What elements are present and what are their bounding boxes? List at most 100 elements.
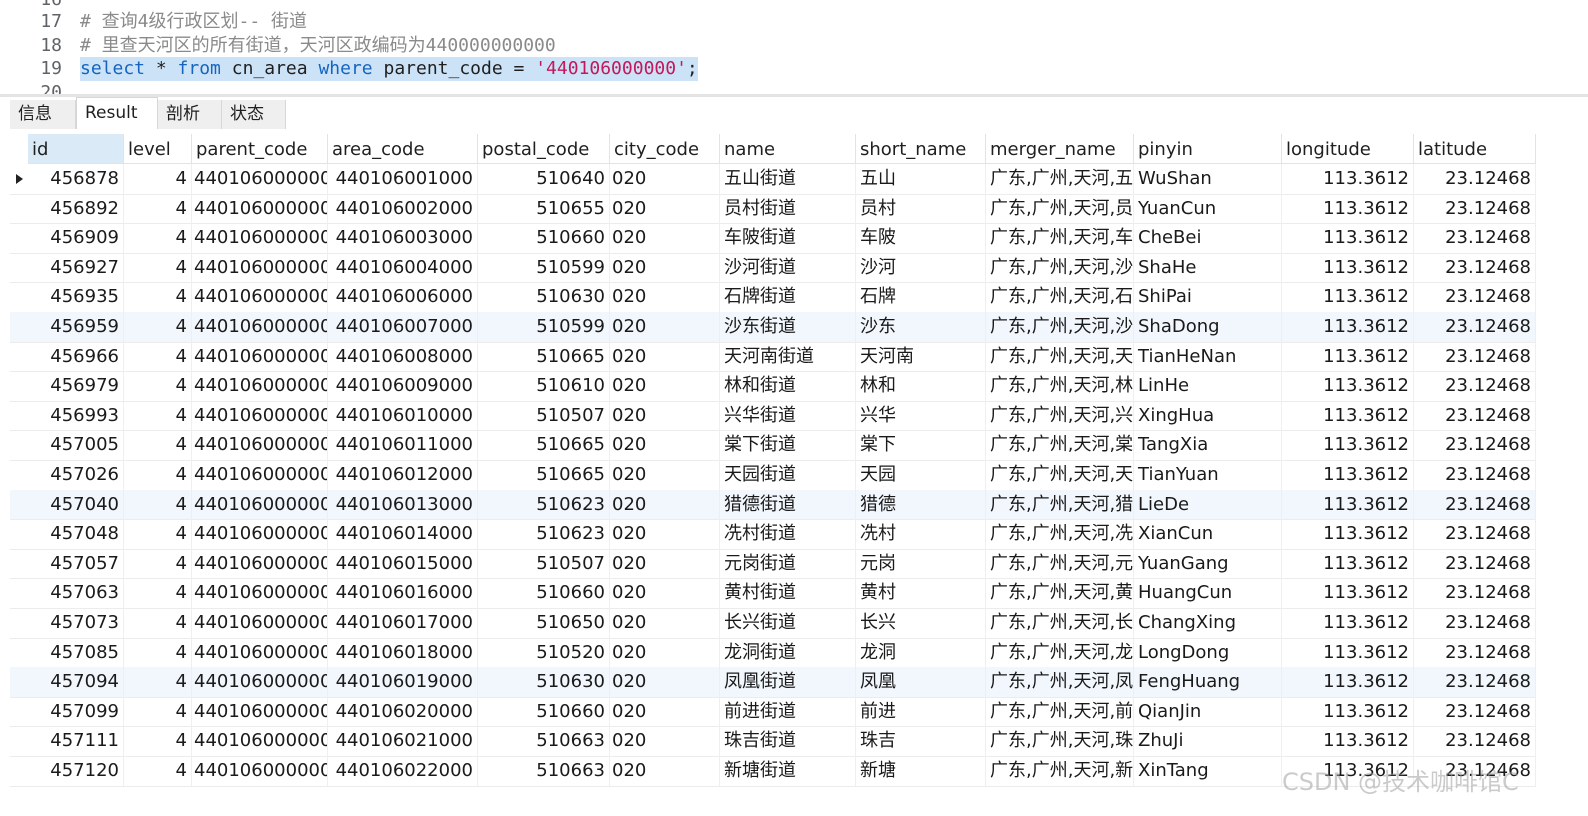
table-row[interactable]: 456892 4 440106000000 440106002000 510655 020…	[10, 193, 1536, 225]
cell-merger-name[interactable]: 广东,广州,天河,天园	[986, 460, 1134, 490]
table-row[interactable]: 457073 4 440106000000 440106017000 510650 020…	[10, 608, 1536, 639]
cell-merger-name[interactable]: 广东,广州,天河,猎德	[986, 489, 1134, 520]
cell-city-code[interactable]: 020	[610, 519, 720, 549]
cell-parent-code[interactable]: 440106000000	[192, 400, 328, 431]
table-row[interactable]: 456959 4 440106000000 440106007000 510599 020…	[10, 312, 1536, 343]
cell-level[interactable]: 4	[124, 578, 192, 608]
cell-pinyin[interactable]: TianHeNan	[1134, 341, 1282, 372]
cell-name[interactable]: 石牌街道	[720, 282, 856, 312]
cell-id[interactable]: 456909	[28, 223, 124, 253]
column-header-id[interactable]: id	[28, 134, 124, 164]
cell-name[interactable]: 猎德街道	[720, 489, 856, 520]
cell-short-name[interactable]: 沙东	[856, 312, 986, 342]
cell-postal-code[interactable]: 510663	[478, 756, 610, 786]
cell-pinyin[interactable]: HuangCun	[1134, 578, 1282, 608]
cell-name[interactable]: 五山街道	[720, 164, 856, 194]
cell-postal-code[interactable]: 510640	[478, 164, 610, 194]
cell-latitude[interactable]: 23.12468	[1414, 430, 1536, 460]
table-row[interactable]: 457026 4 440106000000 440106012000 510665 020…	[10, 460, 1536, 491]
cell-parent-code[interactable]: 440106000000	[192, 252, 328, 283]
cell-name[interactable]: 珠吉街道	[720, 726, 856, 756]
cell-postal-code[interactable]: 510520	[478, 637, 610, 668]
cell-merger-name[interactable]: 广东,广州,天河,棠下	[986, 430, 1134, 460]
cell-postal-code[interactable]: 510660	[478, 578, 610, 608]
cell-area-code[interactable]: 440106016000	[328, 578, 478, 608]
cell-area-code[interactable]: 440106019000	[328, 667, 478, 697]
cell-area-code[interactable]: 440106020000	[328, 696, 478, 727]
cell-id[interactable]: 456927	[28, 252, 124, 283]
cell-name[interactable]: 棠下街道	[720, 430, 856, 460]
cell-short-name[interactable]: 长兴	[856, 608, 986, 638]
table-row[interactable]: 456979 4 440106000000 440106009000 510610 020…	[10, 371, 1536, 402]
cell-postal-code[interactable]: 510507	[478, 400, 610, 431]
cell-area-code[interactable]: 440106007000	[328, 312, 478, 342]
cell-short-name[interactable]: 棠下	[856, 430, 986, 460]
column-header-latitude[interactable]: latitude	[1414, 134, 1536, 164]
cell-name[interactable]: 冼村街道	[720, 519, 856, 549]
cell-parent-code[interactable]: 440106000000	[192, 430, 328, 460]
cell-area-code[interactable]: 440106010000	[328, 400, 478, 431]
cell-city-code[interactable]: 020	[610, 400, 720, 431]
cell-short-name[interactable]: 员村	[856, 193, 986, 224]
cell-longitude[interactable]: 113.3612	[1282, 430, 1414, 460]
cell-name[interactable]: 员村街道	[720, 193, 856, 224]
cell-name[interactable]: 天园街道	[720, 460, 856, 490]
cell-level[interactable]: 4	[124, 637, 192, 668]
cell-id[interactable]: 457026	[28, 460, 124, 490]
column-header-area-code[interactable]: area_code	[328, 134, 478, 164]
cell-latitude[interactable]: 23.12468	[1414, 312, 1536, 342]
cell-parent-code[interactable]: 440106000000	[192, 696, 328, 727]
result-grid[interactable]: id level parent_code area_code postal_code ci…	[10, 134, 1588, 816]
table-row[interactable]: 457057 4 440106000000 440106015000 510507 020…	[10, 548, 1536, 580]
cell-pinyin[interactable]: TangXia	[1134, 430, 1282, 460]
sql-editor[interactable]: 1617# 查询4级行政区划-- 街道18# 里查天河区的所有街道，天河区政编码…	[0, 0, 1588, 95]
cell-level[interactable]: 4	[124, 252, 192, 283]
cell-short-name[interactable]: 新塘	[856, 756, 986, 786]
cell-level[interactable]: 4	[124, 312, 192, 342]
cell-pinyin[interactable]: ChangXing	[1134, 608, 1282, 638]
cell-city-code[interactable]: 020	[610, 578, 720, 608]
cell-parent-code[interactable]: 440106000000	[192, 341, 328, 372]
table-row[interactable]: 456993 4 440106000000 440106010000 510507 020…	[10, 400, 1536, 432]
table-row[interactable]: 457040 4 440106000000 440106013000 510623 020…	[10, 489, 1536, 521]
cell-level[interactable]: 4	[124, 164, 192, 194]
cell-id[interactable]: 457005	[28, 430, 124, 460]
cell-area-code[interactable]: 440106013000	[328, 489, 478, 520]
cell-latitude[interactable]: 23.12468	[1414, 282, 1536, 312]
cell-id[interactable]: 457048	[28, 519, 124, 549]
table-row[interactable]: 456909 4 440106000000 440106003000 510660 020…	[10, 223, 1536, 254]
cell-level[interactable]: 4	[124, 400, 192, 431]
cell-id[interactable]: 456966	[28, 341, 124, 372]
cell-level[interactable]: 4	[124, 519, 192, 549]
cell-postal-code[interactable]: 510630	[478, 667, 610, 697]
cell-area-code[interactable]: 440106004000	[328, 252, 478, 283]
cell-short-name[interactable]: 元岗	[856, 548, 986, 579]
cell-postal-code[interactable]: 510507	[478, 548, 610, 579]
table-row[interactable]: 457063 4 440106000000 440106016000 510660 020…	[10, 578, 1536, 609]
cell-level[interactable]: 4	[124, 756, 192, 786]
cell-area-code[interactable]: 440106011000	[328, 430, 478, 460]
cell-postal-code[interactable]: 510655	[478, 193, 610, 224]
cell-merger-name[interactable]: 广东,广州,天河,黄村	[986, 578, 1134, 608]
cell-name[interactable]: 车陂街道	[720, 223, 856, 253]
cell-short-name[interactable]: 前进	[856, 696, 986, 727]
cell-latitude[interactable]: 23.12468	[1414, 667, 1536, 697]
cell-area-code[interactable]: 440106021000	[328, 726, 478, 756]
cell-postal-code[interactable]: 510665	[478, 460, 610, 490]
cell-latitude[interactable]: 23.12468	[1414, 578, 1536, 608]
cell-merger-name[interactable]: 广东,广州,天河,珠吉	[986, 726, 1134, 756]
cell-pinyin[interactable]: ShaDong	[1134, 312, 1282, 342]
cell-area-code[interactable]: 440106001000	[328, 164, 478, 194]
column-header-city-code[interactable]: city_code	[610, 134, 720, 164]
cell-merger-name[interactable]: 广东,广州,天河,长兴	[986, 608, 1134, 638]
cell-longitude[interactable]: 113.3612	[1282, 489, 1414, 520]
cell-level[interactable]: 4	[124, 282, 192, 312]
cell-level[interactable]: 4	[124, 608, 192, 638]
cell-city-code[interactable]: 020	[610, 430, 720, 460]
cell-id[interactable]: 457099	[28, 696, 124, 727]
cell-latitude[interactable]: 23.12468	[1414, 371, 1536, 401]
code-line[interactable]: 17 # 查询4级行政区划-- 街道	[0, 10, 1588, 34]
cell-area-code[interactable]: 440106002000	[328, 193, 478, 224]
cell-name[interactable]: 新塘街道	[720, 756, 856, 786]
cell-latitude[interactable]: 23.12468	[1414, 193, 1536, 224]
